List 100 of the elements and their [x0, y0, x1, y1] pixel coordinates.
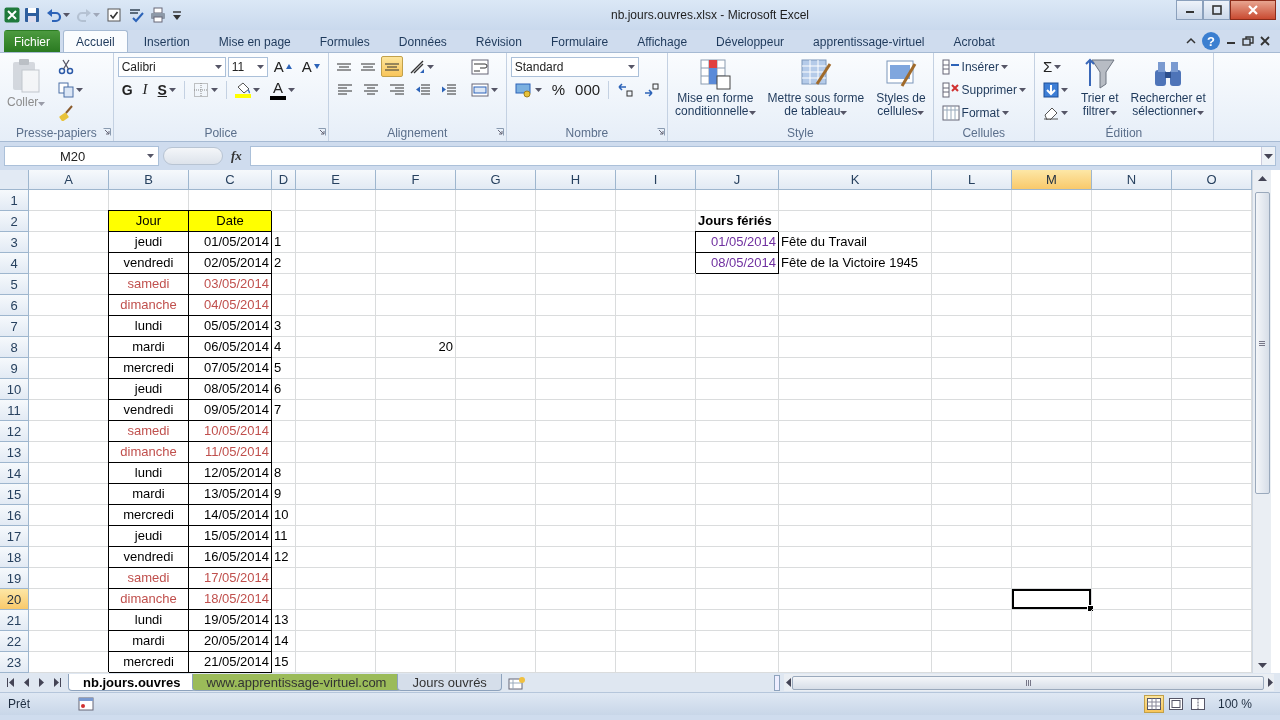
- ribbon-button[interactable]: Mise en forme conditionnelle: [672, 56, 759, 120]
- ribbon-tab[interactable]: Révision: [462, 30, 535, 52]
- dropdown-field[interactable]: Standard: [510, 56, 639, 77]
- cell[interactable]: 11: [272, 526, 296, 547]
- cell[interactable]: jeudi: [109, 526, 189, 547]
- cell[interactable]: samedi: [109, 568, 189, 589]
- cell[interactable]: 6: [272, 379, 296, 400]
- ribbon-tab[interactable]: Données: [385, 30, 460, 52]
- cell[interactable]: dimanche: [109, 442, 189, 463]
- cell[interactable]: lundi: [109, 610, 189, 631]
- ribbon-tab[interactable]: Acrobat: [940, 30, 1008, 52]
- cell[interactable]: vendredi: [109, 253, 189, 274]
- cell[interactable]: 01/05/2014: [189, 232, 272, 253]
- dropdown-field[interactable]: Calibri: [117, 56, 226, 77]
- ribbon-tab[interactable]: apprentissage-virtuel: [800, 30, 938, 52]
- row-header[interactable]: 22: [0, 631, 29, 652]
- cell[interactable]: 19/05/2014: [189, 610, 272, 631]
- cell[interactable]: 18/05/2014: [189, 589, 272, 610]
- cell[interactable]: jeudi: [109, 232, 189, 253]
- column-header[interactable]: E: [296, 170, 376, 190]
- row-header[interactable]: 16: [0, 505, 29, 526]
- row-header[interactable]: 21: [0, 610, 29, 631]
- dropdown-field[interactable]: 11: [227, 56, 268, 77]
- ribbon-button[interactable]: A: [297, 56, 324, 77]
- help-button[interactable]: ?: [1202, 32, 1220, 50]
- cell[interactable]: 20/05/2014: [189, 631, 272, 652]
- row-header[interactable]: 6: [0, 295, 29, 316]
- cell[interactable]: 3: [272, 316, 296, 337]
- ribbon-button[interactable]: Styles de cellules: [873, 56, 929, 120]
- row-header[interactable]: 13: [0, 442, 29, 463]
- ribbon-button[interactable]: Σ: [1038, 56, 1066, 77]
- ribbon-button[interactable]: A: [265, 79, 299, 100]
- cell[interactable]: 4: [272, 337, 296, 358]
- cell[interactable]: 20: [376, 337, 456, 358]
- cell[interactable]: dimanche: [109, 295, 189, 316]
- row-header[interactable]: 19: [0, 568, 29, 589]
- column-header[interactable]: F: [376, 170, 456, 190]
- row-header[interactable]: 20: [0, 589, 29, 610]
- cell[interactable]: samedi: [109, 274, 189, 295]
- cell[interactable]: 10/05/2014: [189, 421, 272, 442]
- cell[interactable]: 08/05/2014: [189, 379, 272, 400]
- column-header[interactable]: M: [1012, 170, 1092, 190]
- row-header[interactable]: 23: [0, 652, 29, 673]
- cell[interactable]: mercredi: [109, 505, 189, 526]
- row-header[interactable]: 5: [0, 274, 29, 295]
- column-header[interactable]: A: [29, 170, 109, 190]
- cell[interactable]: 14/05/2014: [189, 505, 272, 526]
- cell[interactable]: Jours fériés: [696, 211, 779, 232]
- cell[interactable]: vendredi: [109, 547, 189, 568]
- cell[interactable]: jeudi: [109, 379, 189, 400]
- ribbon-button[interactable]: 000: [571, 79, 605, 100]
- column-header[interactable]: G: [456, 170, 536, 190]
- cell[interactable]: Date: [189, 211, 272, 232]
- cell[interactable]: 15/05/2014: [189, 526, 272, 547]
- cell[interactable]: 14: [272, 631, 296, 652]
- column-header[interactable]: L: [932, 170, 1012, 190]
- row-header[interactable]: 12: [0, 421, 29, 442]
- cell[interactable]: lundi: [109, 463, 189, 484]
- column-header[interactable]: C: [189, 170, 272, 190]
- ribbon-tab[interactable]: Développeur: [703, 30, 798, 52]
- row-header[interactable]: 11: [0, 400, 29, 421]
- insert-function-button[interactable]: fx: [227, 148, 246, 164]
- cell[interactable]: 07/05/2014: [189, 358, 272, 379]
- row-header[interactable]: 4: [0, 253, 29, 274]
- column-header[interactable]: N: [1092, 170, 1172, 190]
- cell[interactable]: 1: [272, 232, 296, 253]
- ribbon-button[interactable]: G: [117, 79, 137, 100]
- column-header[interactable]: B: [109, 170, 189, 190]
- row-header[interactable]: 3: [0, 232, 29, 253]
- cell[interactable]: 16/05/2014: [189, 547, 272, 568]
- cell[interactable]: 01/05/2014: [696, 232, 779, 253]
- column-header[interactable]: I: [616, 170, 696, 190]
- cell[interactable]: 05/05/2014: [189, 316, 272, 337]
- ribbon-tab[interactable]: Mise en page: [205, 30, 304, 52]
- column-header[interactable]: H: [536, 170, 616, 190]
- ribbon-tab[interactable]: Formules: [306, 30, 383, 52]
- cell[interactable]: mardi: [109, 631, 189, 652]
- cell[interactable]: Jour: [109, 211, 189, 232]
- cell[interactable]: 5: [272, 358, 296, 379]
- cell[interactable]: 12: [272, 547, 296, 568]
- ribbon-button[interactable]: Rechercher et sélectionner: [1127, 56, 1209, 120]
- ribbon-button[interactable]: S: [153, 79, 180, 100]
- ribbon-button[interactable]: Supprimer: [937, 79, 1030, 100]
- cell[interactable]: 21/05/2014: [189, 652, 272, 673]
- sheet-tab[interactable]: Jours ouvrés: [397, 674, 502, 691]
- cell[interactable]: dimanche: [109, 589, 189, 610]
- column-header[interactable]: K: [779, 170, 932, 190]
- column-header[interactable]: J: [696, 170, 779, 190]
- column-header[interactable]: O: [1172, 170, 1252, 190]
- row-header[interactable]: 14: [0, 463, 29, 484]
- column-header[interactable]: D: [272, 170, 296, 190]
- cell[interactable]: samedi: [109, 421, 189, 442]
- cell[interactable]: Fête du Travail: [779, 232, 932, 253]
- cell[interactable]: 11/05/2014: [189, 442, 272, 463]
- ribbon-button[interactable]: Insérer: [937, 56, 1012, 77]
- row-header[interactable]: 10: [0, 379, 29, 400]
- cell[interactable]: vendredi: [109, 400, 189, 421]
- row-header[interactable]: 1: [0, 190, 29, 211]
- cell[interactable]: mardi: [109, 484, 189, 505]
- row-header[interactable]: 18: [0, 547, 29, 568]
